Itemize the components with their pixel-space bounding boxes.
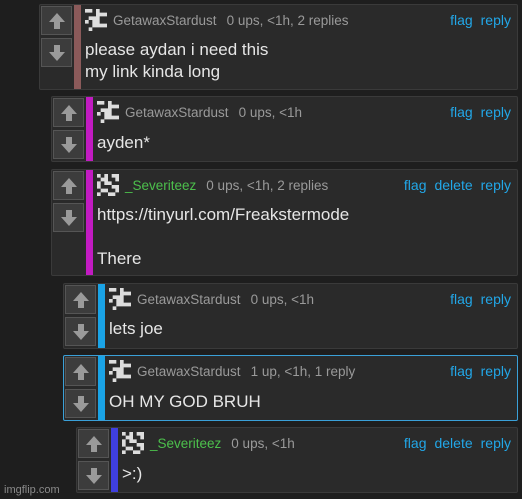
arrow-down-icon bbox=[72, 395, 89, 412]
downvote-button[interactable] bbox=[53, 130, 84, 159]
delete-link[interactable]: delete bbox=[434, 435, 472, 451]
thread-depth-bar bbox=[86, 97, 93, 161]
comment: GetawaxStardust 0 ups, <1h flag reply ay… bbox=[51, 96, 518, 162]
comment-body-line: please aydan i need this bbox=[85, 40, 269, 59]
comment-header: _Severiteez 0 ups, <1h, 2 replies flag d… bbox=[97, 174, 511, 196]
thread-depth-bar bbox=[86, 170, 93, 275]
comment-header: GetawaxStardust 0 ups, <1h flag reply bbox=[97, 101, 511, 123]
flag-link[interactable]: flag bbox=[450, 12, 473, 28]
downvote-button[interactable] bbox=[65, 389, 96, 418]
arrow-up-icon bbox=[72, 363, 89, 380]
thread-depth-bar bbox=[74, 5, 81, 89]
flag-link[interactable]: flag bbox=[450, 104, 473, 120]
comment-body-line: lets joe bbox=[109, 319, 163, 338]
comment-body: lets joe bbox=[109, 318, 511, 340]
comment-header: _Severiteez 0 ups, <1h flag delete reply bbox=[122, 432, 511, 454]
comment-body: https://tinyurl.com/Freakstermode There bbox=[97, 204, 511, 270]
arrow-down-icon bbox=[60, 136, 77, 153]
comment-link[interactable]: https://tinyurl.com/Freakstermode bbox=[97, 204, 511, 226]
reply-link[interactable]: reply bbox=[481, 177, 511, 193]
comment-author[interactable]: _Severiteez bbox=[125, 178, 196, 193]
comment-meta: 0 ups, <1h bbox=[231, 435, 295, 451]
watermark: imgflip.com bbox=[4, 484, 60, 496]
pixel-avatar-icon bbox=[85, 9, 107, 31]
comment-header: GetawaxStardust 0 ups, <1h flag reply bbox=[109, 288, 511, 310]
upvote-button[interactable] bbox=[41, 6, 72, 35]
upvote-button[interactable] bbox=[78, 429, 109, 458]
comment-meta: 0 ups, <1h, 2 replies bbox=[206, 177, 329, 193]
arrow-up-icon bbox=[60, 104, 77, 121]
comment: _Severiteez 0 ups, <1h flag delete reply… bbox=[76, 427, 518, 493]
comment-body: ayden* bbox=[97, 132, 511, 154]
downvote-button[interactable] bbox=[65, 317, 96, 346]
comment-author[interactable]: GetawaxStardust bbox=[137, 292, 241, 307]
comment-author[interactable]: GetawaxStardust bbox=[113, 13, 217, 28]
arrow-down-icon bbox=[72, 323, 89, 340]
flag-link[interactable]: flag bbox=[404, 177, 427, 193]
comment-meta: 0 ups, <1h, 2 replies bbox=[226, 12, 349, 28]
comment-meta: 1 up, <1h, 1 reply bbox=[250, 363, 356, 379]
pixel-avatar-icon bbox=[97, 101, 119, 123]
comment: _Severiteez 0 ups, <1h, 2 replies flag d… bbox=[51, 169, 518, 276]
upvote-button[interactable] bbox=[53, 98, 84, 127]
comment-body: OH MY GOD BRUH bbox=[109, 391, 511, 413]
flag-link[interactable]: flag bbox=[450, 291, 473, 307]
thread-depth-bar bbox=[98, 284, 105, 348]
downvote-button[interactable] bbox=[53, 203, 84, 232]
arrow-down-icon bbox=[60, 209, 77, 226]
comment: GetawaxStardust 0 ups, <1h, 2 replies fl… bbox=[39, 4, 518, 90]
arrow-up-icon bbox=[85, 435, 102, 452]
comment-body-line: There bbox=[97, 249, 142, 268]
comment: GetawaxStardust 1 up, <1h, 1 reply flag … bbox=[63, 355, 518, 421]
arrow-up-icon bbox=[48, 12, 65, 29]
comment-body: please aydan i need this my link kinda lo… bbox=[85, 39, 511, 83]
flag-link[interactable]: flag bbox=[404, 435, 427, 451]
pixel-avatar-icon bbox=[109, 288, 131, 310]
comment-body: >:) bbox=[122, 463, 511, 485]
comment-header: GetawaxStardust 1 up, <1h, 1 reply flag … bbox=[109, 360, 511, 382]
upvote-button[interactable] bbox=[53, 171, 84, 200]
comment-body-line: my link kinda long bbox=[85, 62, 221, 81]
comment-author[interactable]: GetawaxStardust bbox=[125, 105, 229, 120]
flag-link[interactable]: flag bbox=[450, 363, 473, 379]
thread-depth-bar bbox=[98, 356, 105, 420]
upvote-button[interactable] bbox=[65, 357, 96, 386]
downvote-button[interactable] bbox=[41, 38, 72, 67]
arrow-up-icon bbox=[60, 177, 77, 194]
reply-link[interactable]: reply bbox=[481, 291, 511, 307]
thread-depth-bar bbox=[111, 428, 118, 492]
comment-author[interactable]: GetawaxStardust bbox=[137, 364, 241, 379]
reply-link[interactable]: reply bbox=[481, 363, 511, 379]
delete-link[interactable]: delete bbox=[434, 177, 472, 193]
pixel-avatar-icon bbox=[122, 432, 144, 454]
comment-author[interactable]: _Severiteez bbox=[150, 436, 221, 451]
arrow-down-icon bbox=[85, 467, 102, 484]
comment-header: GetawaxStardust 0 ups, <1h, 2 replies fl… bbox=[85, 9, 511, 31]
pixel-avatar-icon bbox=[97, 174, 119, 196]
comment-body-line bbox=[97, 226, 511, 248]
comment: GetawaxStardust 0 ups, <1h flag reply le… bbox=[63, 283, 518, 349]
upvote-button[interactable] bbox=[65, 285, 96, 314]
comment-body-line: OH MY GOD BRUH bbox=[109, 392, 261, 411]
arrow-down-icon bbox=[48, 44, 65, 61]
comment-body-line: ayden* bbox=[97, 133, 150, 152]
arrow-up-icon bbox=[72, 291, 89, 308]
reply-link[interactable]: reply bbox=[481, 12, 511, 28]
reply-link[interactable]: reply bbox=[481, 435, 511, 451]
pixel-avatar-icon bbox=[109, 360, 131, 382]
comment-meta: 0 ups, <1h bbox=[238, 104, 302, 120]
downvote-button[interactable] bbox=[78, 461, 109, 490]
comment-meta: 0 ups, <1h bbox=[250, 291, 314, 307]
reply-link[interactable]: reply bbox=[481, 104, 511, 120]
comment-body-line: >:) bbox=[122, 464, 143, 483]
